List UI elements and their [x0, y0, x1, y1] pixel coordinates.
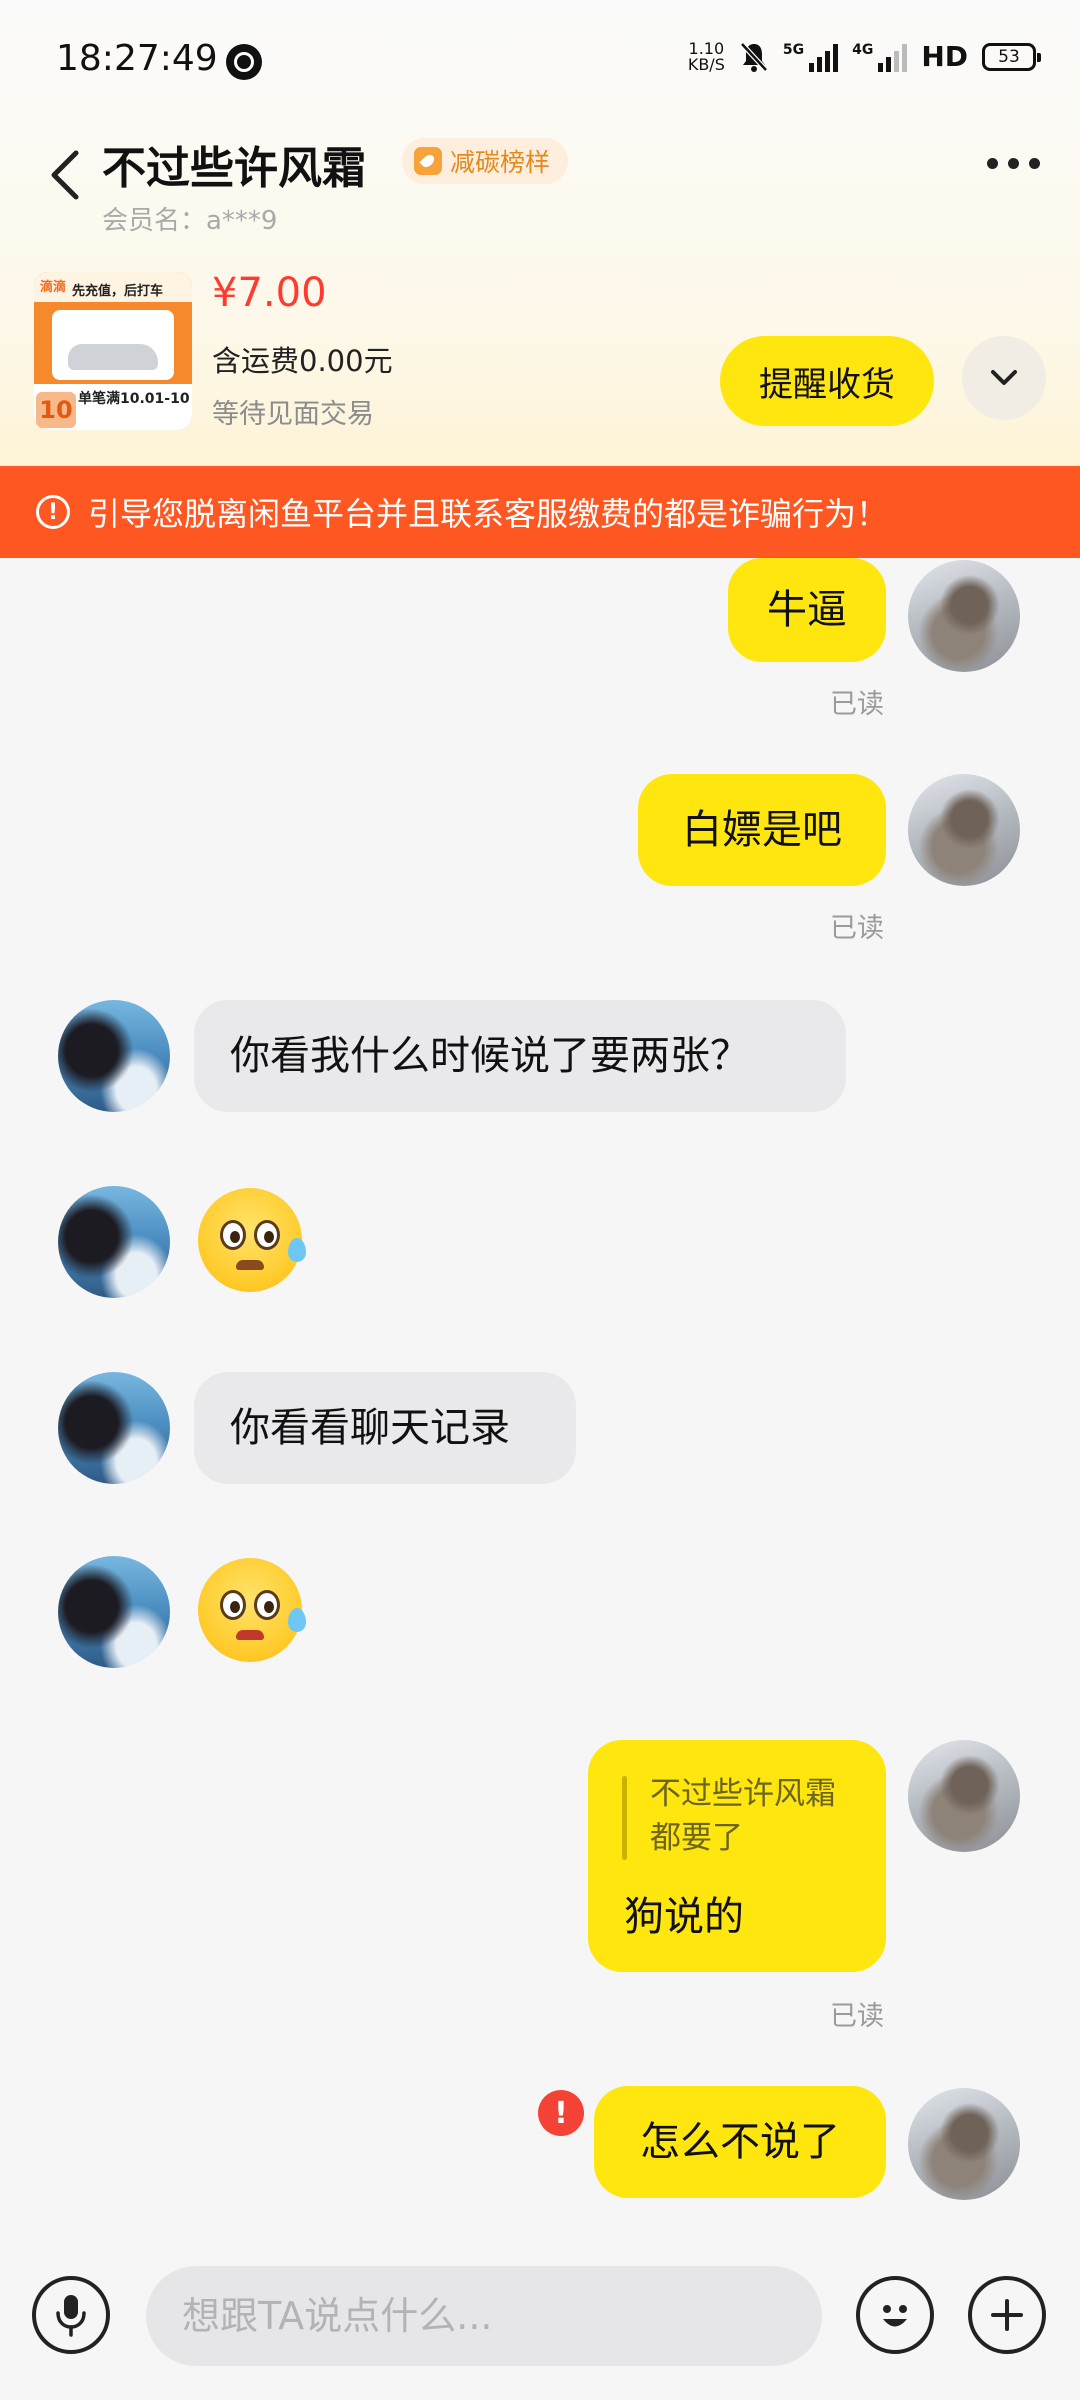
signal-5g-icon: 5G	[783, 42, 839, 72]
chevron-left-icon	[51, 150, 79, 200]
eco-badge-label: 减碳榜样	[450, 148, 551, 177]
worried-emoji-icon[interactable]	[198, 1188, 306, 1292]
leaf-icon	[414, 147, 442, 175]
shipping-fee: 含运费0.00元	[212, 344, 393, 378]
expand-product-button[interactable]	[962, 336, 1046, 420]
battery-icon: 53	[982, 42, 1041, 71]
my-avatar[interactable]	[908, 1740, 1020, 1852]
trade-status: 等待见面交易	[212, 399, 374, 430]
message-bubble-received[interactable]: 你看我什么时候说了要两张？	[194, 1000, 846, 1112]
plus-icon	[991, 2299, 1023, 2331]
message-bubble-sent[interactable]: 白嫖是吧	[638, 774, 886, 886]
read-receipt: 已读	[830, 689, 884, 720]
car-image	[68, 344, 158, 370]
my-avatar[interactable]	[908, 774, 1020, 886]
mute-bell-icon	[740, 41, 768, 72]
message-text: 狗说的	[624, 1894, 744, 1940]
my-avatar[interactable]	[908, 560, 1020, 672]
fraud-warning-text: 引导您脱离闲鱼平台并且联系客服缴费的都是诈骗行为！	[88, 495, 889, 533]
product-thumbnail[interactable]: 滴滴 先充值，后打车 单笔满10.01-10 10	[34, 272, 192, 430]
contact-avatar[interactable]	[58, 1372, 170, 1484]
contact-avatar[interactable]	[58, 1556, 170, 1668]
back-button[interactable]	[40, 140, 90, 210]
voice-input-button[interactable]	[32, 2276, 110, 2354]
chat-thread[interactable]: 牛逼 已读 白嫖是吧 已读 你看我什么时候说了要两张？ 你看看聊天记录 不过些许…	[0, 558, 1080, 2230]
more-options-button[interactable]	[987, 158, 1040, 169]
hd-voice-icon: HD	[921, 40, 968, 73]
my-avatar[interactable]	[908, 2088, 1020, 2200]
more-actions-button[interactable]	[968, 2276, 1046, 2354]
chevron-down-icon	[991, 370, 1017, 385]
quoted-text: 不过些许风霜 都要了	[650, 1776, 836, 1856]
status-time: 18:27:49	[56, 38, 218, 79]
microphone-icon	[56, 2295, 86, 2337]
quote-bar	[622, 1776, 627, 1860]
smiley-icon	[883, 2305, 907, 2327]
contact-avatar[interactable]	[58, 1186, 170, 1298]
message-bubble-received[interactable]: 你看看聊天记录	[194, 1372, 576, 1484]
eco-badge[interactable]: 减碳榜样	[402, 138, 569, 184]
remind-receipt-button[interactable]: 提醒收货	[720, 336, 934, 426]
message-input[interactable]	[146, 2266, 822, 2366]
message-bubble-sent[interactable]: 怎么不说了	[594, 2086, 886, 2198]
net-speed: 1.10 KB/S	[687, 38, 725, 74]
worried-emoji-icon[interactable]	[198, 1558, 306, 1662]
product-price: ¥7.00	[212, 270, 327, 316]
send-failed-icon[interactable]: !	[538, 2090, 584, 2136]
message-bubble-sent-quoted[interactable]: 不过些许风霜 都要了 狗说的	[588, 1740, 886, 1972]
contact-name[interactable]: 不过些许风霜	[102, 132, 366, 196]
notification-app-icon	[226, 44, 262, 80]
read-receipt: 已读	[830, 2001, 884, 2032]
warning-icon: !	[36, 495, 70, 529]
contact-avatar[interactable]	[58, 1000, 170, 1112]
fraud-warning-bar: ! 引导您脱离闲鱼平台并且联系客服缴费的都是诈骗行为！	[0, 466, 1080, 558]
signal-4g-icon: 4G	[852, 42, 908, 72]
input-bar	[0, 2230, 1080, 2400]
emoji-button[interactable]	[856, 2276, 934, 2354]
status-icons: 1.10 KB/S 5G 4G HD 53	[687, 38, 1041, 74]
read-receipt: 已读	[830, 913, 884, 944]
message-bubble-sent[interactable]: 牛逼	[728, 558, 886, 662]
member-id: 会员名：a***9	[102, 206, 278, 236]
